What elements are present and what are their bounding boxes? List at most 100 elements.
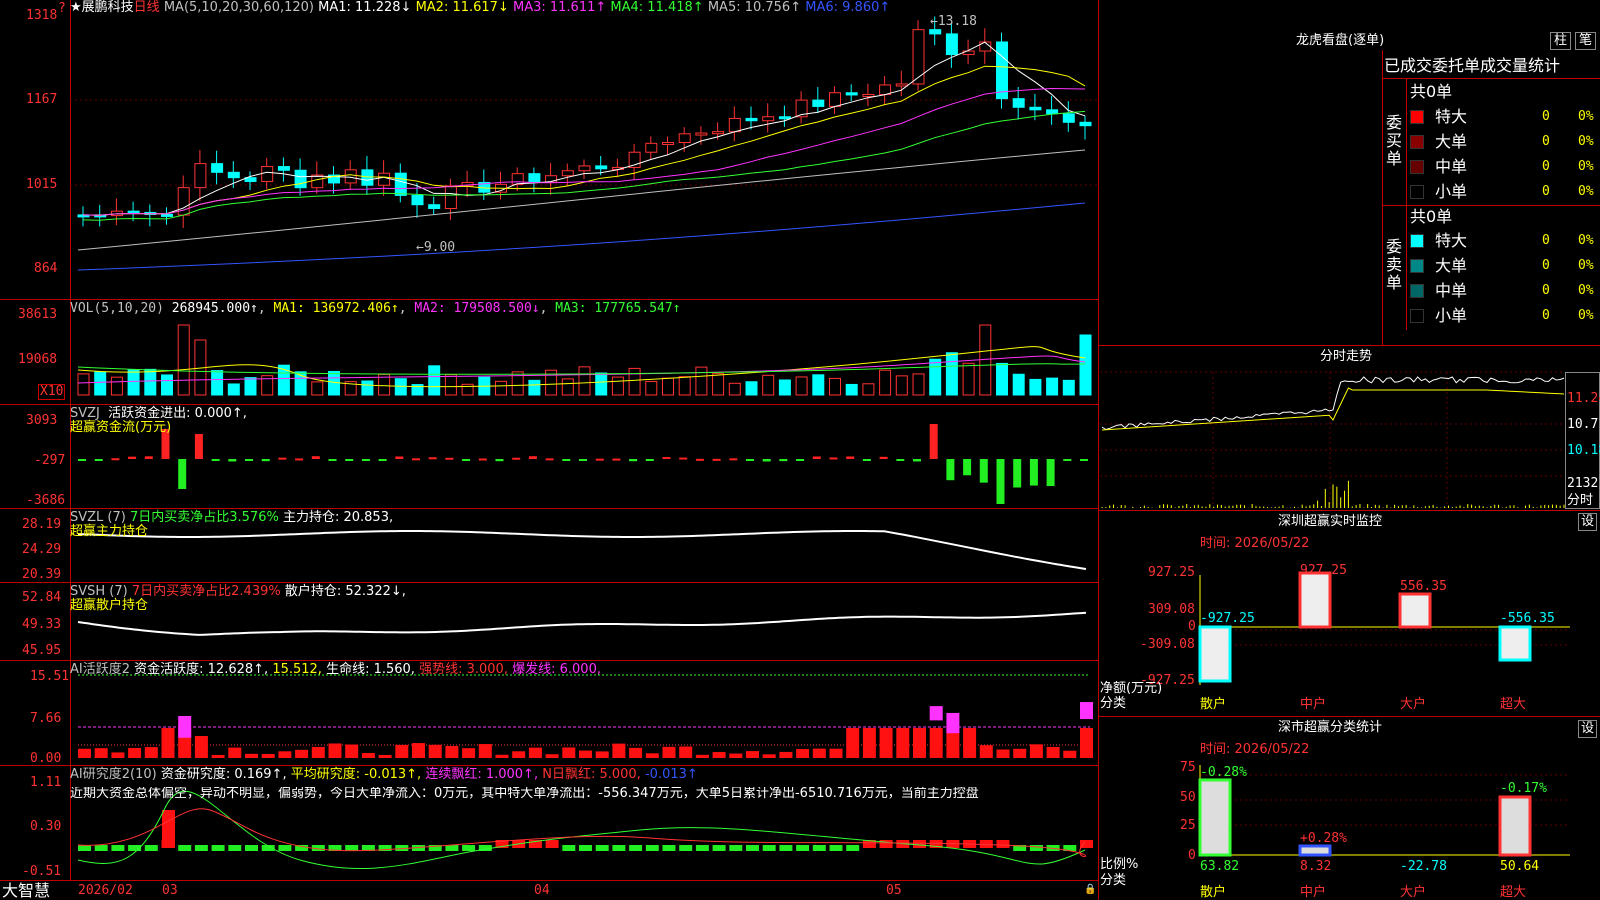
svzl-line [77,530,1087,570]
date-axis-4: 05 [886,883,902,898]
svzl-axis-1: 28.19 [22,517,62,532]
fs-axis-4: 21321 [1567,476,1600,491]
svzj-bar [612,458,621,461]
svzj-bar [762,459,771,462]
candle-body [1079,121,1092,127]
svzj-bar [1046,459,1055,487]
svzl-axis-2: 24.29 [22,542,62,557]
cls-cat-0: 散户 [1200,885,1227,900]
ai1-bar [1029,744,1043,758]
volume-bar [762,374,775,396]
lhb-tabs[interactable]: 已成交委托单成交量统计 [1384,57,1560,75]
svzj-bar [946,459,955,481]
ai2-bar [278,845,292,851]
volume-bar [662,377,674,396]
candle-body [227,171,240,179]
ai1-bar [261,753,275,758]
svzj-bar [645,459,654,461]
stock-name[interactable]: 展鹏科技 [82,0,134,15]
svzj-bar [94,459,103,461]
candle-body [812,99,825,107]
sz-bar-大户 [1398,592,1432,629]
svzj-bar [495,459,504,462]
candle-body [1012,98,1025,108]
volume-bar [495,380,507,396]
buy-kind-3: 小单 [1435,182,1468,201]
sz-axis-3: 0 [1188,619,1196,634]
ai2-bar [245,845,258,851]
ai2-bar [345,845,359,851]
sz-xlabel: 分类 [1100,696,1127,711]
cls-top-0: -0.28% [1200,765,1247,780]
svzj-bar [796,459,805,461]
candle-body [595,165,608,170]
ai2-bar [94,845,108,851]
buy-count-3: 0 [1542,184,1550,199]
star-icon[interactable]: ★ [70,0,82,15]
sz-settings-button[interactable]: 设 [1578,513,1598,531]
sz-bar-中户 [1298,571,1332,629]
ai2-spike-bar [162,810,175,848]
cls-bottom-1: 8.32 [1300,859,1332,874]
sell-total: 共0单 [1410,207,1453,226]
volume-bar [962,362,975,396]
svsh-axis-3: 45.95 [22,643,62,658]
ai1-bar [328,743,342,758]
lock-icon[interactable]: 🔒 [1084,883,1096,897]
buy-pct-1: 0% [1578,134,1594,149]
buy-kind-0: 特大 [1435,107,1468,126]
volume-bar [829,377,841,396]
candle-body [895,83,908,87]
fs-title: 分时走势 [1320,349,1373,364]
svzj-bar [428,457,437,460]
ai1-bar [1046,746,1060,758]
candle-body [378,172,391,186]
price-low-mark: ←9.00 [416,240,456,255]
volume-bar [728,382,741,396]
ai1-bar [695,754,709,758]
btn-bi[interactable]: 笔 [1575,32,1597,50]
sell-pct-0: 0% [1578,233,1594,248]
svzj-bar [194,434,203,459]
btn-zhu[interactable]: 柱 [1550,32,1572,50]
candle-body [311,174,324,189]
svzj-bar [412,458,420,461]
svzj-bar [913,459,921,462]
ai1-bar [278,751,292,758]
cls-axis-1: 75 [1180,760,1196,775]
volume-bar [311,381,324,396]
ai1-bar [194,736,208,758]
ai1-bar [779,751,793,758]
buy-swatch-0 [1410,110,1424,124]
buy-count-1: 0 [1542,134,1550,149]
cls-top-3: -0.17% [1500,781,1547,796]
candle-body [996,41,1008,100]
ai1-header: AI活跃度2 资金活跃度: 12.628↑, 15.512, 生命线: 1.56… [70,662,601,677]
volume-bar [461,383,474,396]
volume-bar [161,374,173,396]
candle-body [1046,109,1059,115]
svzj-bar [1080,459,1088,461]
ai1-bar [963,728,977,758]
price-high-mark: ←13.18 [930,14,977,29]
cls-time: 时间: 2026/05/22 [1200,742,1310,757]
svzl-header: SVZL (7) 7日内买卖净占比3.576% 主力持仓: 20.853, [70,510,394,525]
period-label[interactable]: 日线 [134,0,160,15]
candle-body [712,131,725,135]
svzj-bar [712,458,721,461]
brand-label[interactable]: 大智慧 [2,882,50,900]
ai2-bar [1080,840,1093,848]
sell-swatch-2 [1410,284,1424,298]
ai1-bar [796,749,810,758]
date-axis-3: 04 [534,883,550,898]
ma-label: MA(5,10,20,30,60,120) [163,0,314,15]
candle-body [511,173,524,185]
ai2-axis-2: 0.30 [30,819,62,834]
candle-body [211,163,224,173]
cls-settings-button[interactable]: 设 [1578,720,1598,738]
volume-bar [578,366,591,396]
question-icon[interactable]: ? [58,2,66,16]
ai1-bar [445,745,459,758]
ai1-bar [645,753,659,758]
ai2-bar [629,845,643,851]
